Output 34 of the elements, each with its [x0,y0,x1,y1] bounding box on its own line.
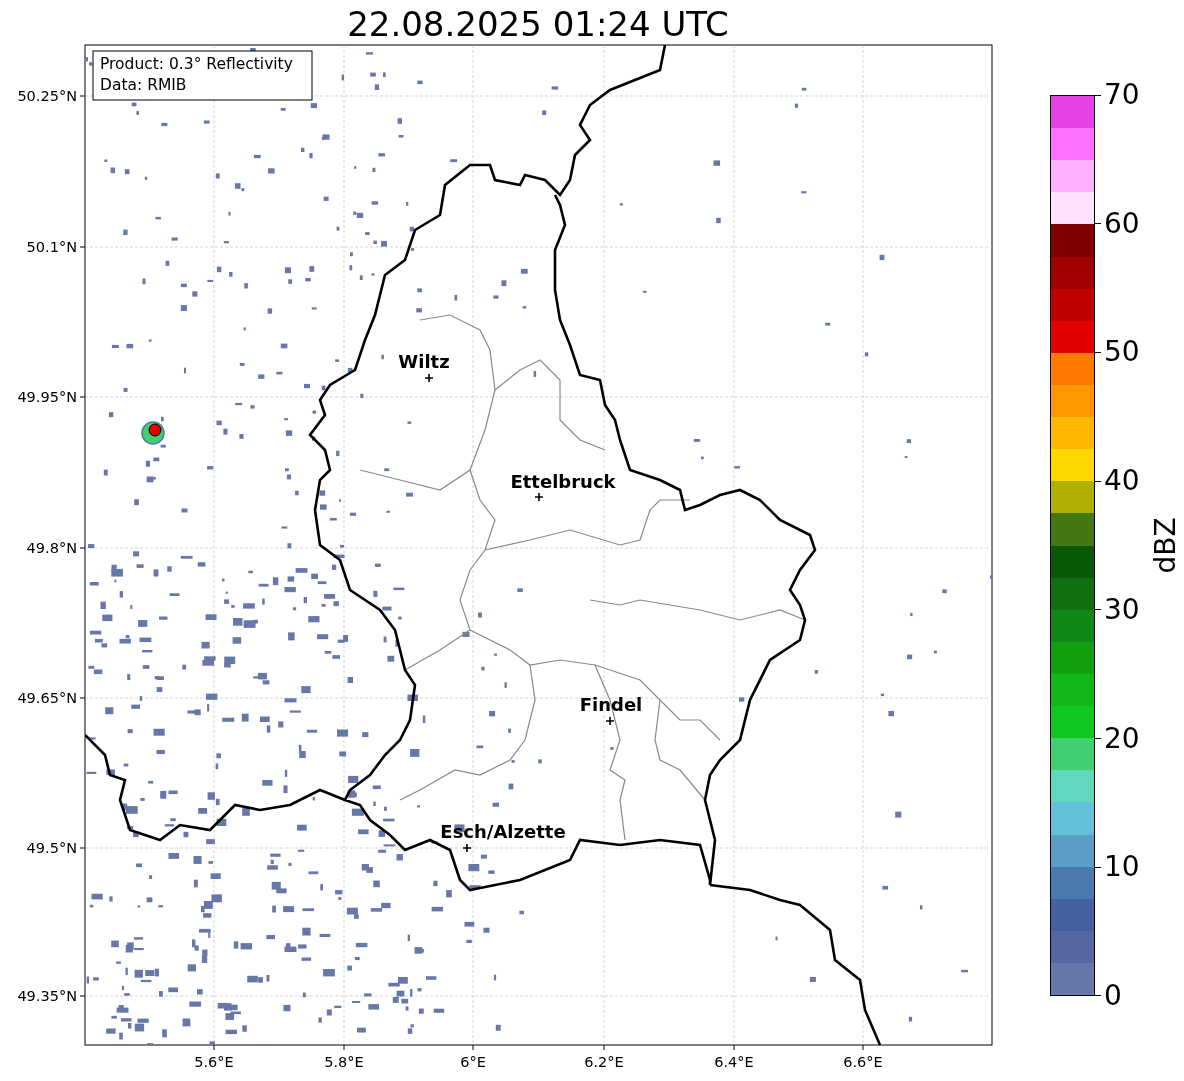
info-text: Product: 0.3° Reflectivity [100,55,293,73]
latitude-tick-label: 49.5°N [26,840,77,856]
colorbar-tick-label: 20 [1104,724,1140,753]
colorbar-unit-label: dBZ [1148,517,1182,574]
latitude-tick-label: 50.25°N [17,88,77,104]
longitude-tick-label: 6.6°E [843,1054,883,1070]
place-label: Ettelbruck [510,471,616,492]
place-marker-icon [605,716,615,726]
latitude-tick-label: 49.35°N [17,988,77,1004]
colorbar-tick-label: 60 [1104,209,1140,238]
place-marker-icon [462,843,472,853]
colorbar-tick-label: 0 [1104,981,1122,1010]
longitude-tick-label: 6°E [460,1054,486,1070]
longitude-tick-label: 5.6°E [194,1054,234,1070]
colorbar-tick-label: 70 [1104,81,1140,109]
info-text: Data: RMIB [100,76,187,94]
latitude-tick-label: 49.8°N [26,540,77,556]
colorbar-tick-label: 30 [1104,595,1140,624]
colorbar-tick-label: 10 [1104,853,1140,882]
place-marker-icon [534,492,544,502]
longitude-tick-label: 6.2°E [584,1054,624,1070]
longitude-tick-label: 5.8°E [324,1054,364,1070]
longitude-tick-label: 6.4°E [714,1054,754,1070]
latitude-tick-label: 49.65°N [17,690,77,706]
place-label: Wiltz [398,351,450,372]
place-label: Findel [579,694,643,715]
colorbar-tick-label: 40 [1104,467,1140,496]
colorbar-tick-label: 50 [1104,338,1140,367]
place-marker-icon [424,373,434,383]
map-title: 22.08.2025 01:24 UTC [347,4,729,44]
radar-site-icon [141,421,165,445]
place-label: Esch/Alzette [440,821,566,842]
latitude-tick-label: 49.95°N [17,389,77,405]
latitude-tick-label: 50.1°N [26,239,77,255]
